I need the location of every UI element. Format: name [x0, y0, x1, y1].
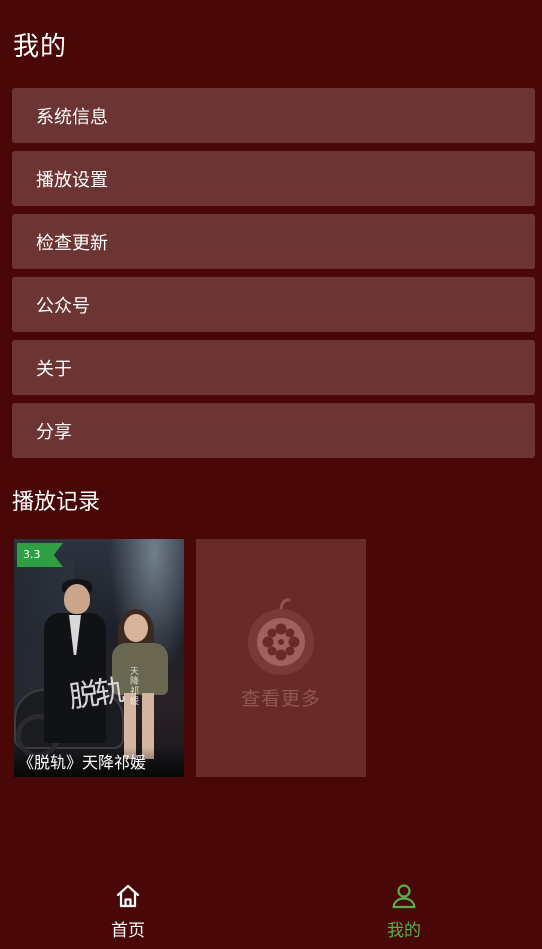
history-section-title: 播放记录 — [12, 490, 101, 515]
nav-label-home: 首页 — [111, 921, 145, 941]
menu-item-check-update[interactable]: 检查更新 — [12, 214, 535, 269]
menu-item-official-account[interactable]: 公众号 — [12, 277, 535, 332]
rating-badge: 3.3 — [17, 543, 63, 567]
poster-title-art: 脱轨 — [66, 673, 124, 716]
page-title: 我的 — [13, 32, 68, 62]
settings-menu: 系统信息 播放设置 检查更新 公众号 关于 分享 — [12, 88, 535, 466]
bottom-nav: 首页 我的 — [0, 870, 542, 949]
history-list: 脱轨 天降祁媛 3.3 《脱轨》天降祁媛 查看更多 — [14, 539, 366, 777]
nav-label-mine: 我的 — [387, 921, 421, 941]
menu-item-system-info[interactable]: 系统信息 — [12, 88, 535, 143]
nav-item-mine[interactable]: 我的 — [354, 870, 454, 949]
history-item-card[interactable]: 脱轨 天降祁媛 3.3 《脱轨》天降祁媛 — [14, 539, 184, 777]
user-icon — [392, 884, 416, 909]
history-item-title: 《脱轨》天降祁媛 — [18, 753, 147, 772]
film-reel-icon — [248, 597, 314, 675]
poster-subtitle-art: 天降祁媛 — [130, 667, 140, 707]
poster-figure-woman-head — [124, 614, 148, 642]
menu-item-playback-settings[interactable]: 播放设置 — [12, 151, 535, 206]
nav-item-home[interactable]: 首页 — [78, 870, 178, 949]
poster-figure-man-head — [64, 584, 90, 614]
menu-item-share[interactable]: 分享 — [12, 403, 535, 458]
view-more-card[interactable]: 查看更多 — [196, 539, 366, 777]
menu-item-about[interactable]: 关于 — [12, 340, 535, 395]
view-more-label: 查看更多 — [240, 687, 321, 710]
home-icon — [116, 884, 140, 908]
